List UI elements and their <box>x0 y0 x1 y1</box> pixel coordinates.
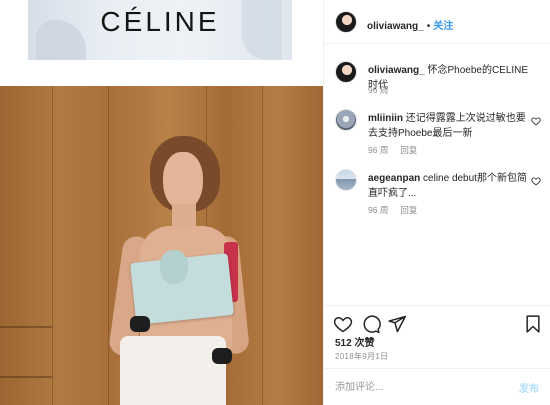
avatar[interactable] <box>335 109 357 131</box>
post-header: oliviawang_ • 关注 <box>324 0 550 44</box>
small-heart-icon[interactable] <box>531 176 541 186</box>
add-comment-bar: 发布 <box>324 368 550 405</box>
comment-text: mliiniin 还记得露露上次说过敏也要去支持Phoebe最后一新 <box>368 111 530 141</box>
follow-button[interactable]: 关注 <box>433 21 453 32</box>
avatar[interactable] <box>335 61 357 83</box>
comment-icon[interactable] <box>361 314 381 334</box>
comment-text: aegeanpan celine debut那个新包简直吓疯了... <box>368 171 530 201</box>
comment-meta: 96 周 回复 <box>368 144 417 156</box>
handbag-knot <box>160 250 188 284</box>
comment-input[interactable] <box>335 379 505 395</box>
wall-panel-line <box>0 376 52 378</box>
wood-plank-line <box>108 86 109 405</box>
share-icon[interactable] <box>387 314 407 334</box>
avatar[interactable] <box>335 169 357 191</box>
post-sidebar: oliviawang_ • 关注 oliviawang_ 怀念Phoebe的CELI… <box>324 0 550 405</box>
model-pants <box>120 336 226 405</box>
header-line: oliviawang_ • 关注 <box>367 16 453 34</box>
bracelet <box>212 348 232 364</box>
post-photo[interactable] <box>0 86 323 405</box>
caption-time[interactable]: 96 周 <box>368 85 388 95</box>
author-username[interactable]: oliviawang_ <box>367 21 424 32</box>
post-button[interactable]: 发布 <box>519 380 539 395</box>
bracelet <box>130 316 150 332</box>
caption-meta: 96 周 <box>368 84 388 96</box>
bookmark-icon[interactable] <box>523 314 543 334</box>
post-date[interactable]: 2018年9月1日 <box>335 351 388 362</box>
wall-panel-line <box>0 326 52 328</box>
comment-time[interactable]: 96 周 <box>368 145 388 155</box>
caption-text: oliviawang_ 怀念Phoebe的CELINE时代 <box>368 63 530 93</box>
small-heart-icon[interactable] <box>531 116 541 126</box>
like-count[interactable]: 512 次赞 <box>335 334 374 349</box>
comment-time[interactable]: 96 周 <box>368 205 388 215</box>
avatar[interactable] <box>335 11 357 33</box>
caption-username[interactable]: oliviawang_ <box>368 65 425 76</box>
celine-logo: CÉLINE <box>100 6 220 37</box>
celine-ad-image: CÉLINE <box>28 0 292 60</box>
comment-item: aegeanpan celine debut那个新包简直吓疯了... 96 周 回… <box>335 169 541 224</box>
reply-button[interactable]: 回复 <box>400 145 417 155</box>
post-media: CÉLINE <box>0 0 323 405</box>
comment-username[interactable]: mliiniin <box>368 113 403 124</box>
comment-username[interactable]: aegeanpan <box>368 173 420 184</box>
wood-plank-line <box>52 86 53 405</box>
comment-meta: 96 周 回复 <box>368 204 417 216</box>
comment-item: mliiniin 还记得露露上次说过敏也要去支持Phoebe最后一新 96 周 回… <box>335 109 541 164</box>
model-face <box>163 152 203 210</box>
reply-button[interactable]: 回复 <box>400 205 417 215</box>
separator-dot: • <box>426 21 431 32</box>
wood-plank-line <box>262 86 263 405</box>
heart-icon[interactable] <box>333 314 353 334</box>
caption: oliviawang_ 怀念Phoebe的CELINE时代 96 周 <box>335 61 541 101</box>
